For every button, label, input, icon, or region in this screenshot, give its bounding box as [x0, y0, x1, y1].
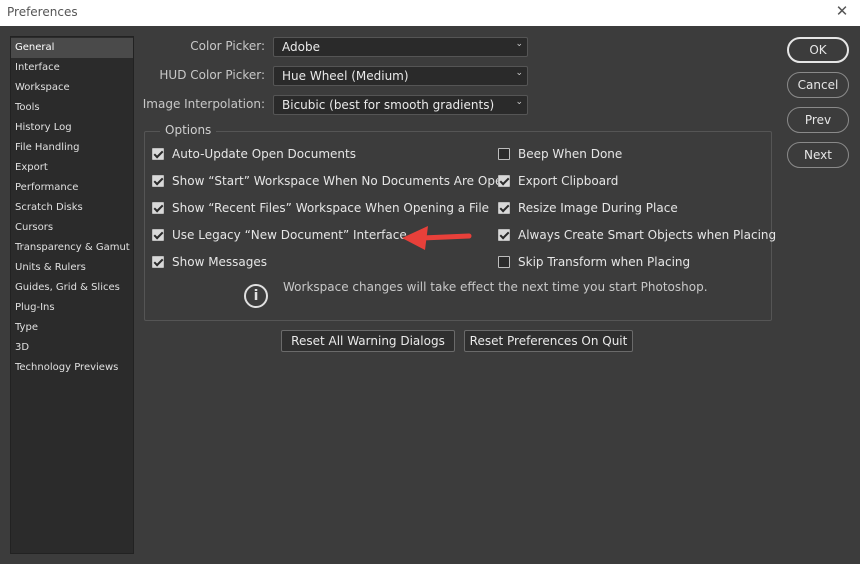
hud-color-picker-label: HUD Color Picker: [159, 68, 265, 82]
checkbox-checked[interactable] [152, 202, 164, 214]
reset-warning-dialogs-button[interactable]: Reset All Warning Dialogs [281, 330, 455, 352]
cancel-button[interactable]: Cancel [787, 72, 849, 98]
sidebar-item-scratch-disks[interactable]: Scratch Disks [11, 198, 133, 218]
option-label: Show Messages [172, 255, 268, 269]
sidebar-item-units-rulers[interactable]: Units & Rulers [11, 258, 133, 278]
sidebar-item-performance[interactable]: Performance [11, 178, 133, 198]
option-label: Export Clipboard [518, 174, 619, 188]
checkbox-unchecked[interactable] [498, 256, 510, 268]
chevron-down-icon: ⌄ [515, 39, 523, 49]
option-label: Skip Transform when Placing [518, 255, 691, 269]
checkbox-checked[interactable] [152, 175, 164, 187]
checkbox-checked[interactable] [498, 229, 510, 241]
checkbox-checked[interactable] [152, 256, 164, 268]
color-picker-label: Color Picker: [190, 39, 265, 53]
option-label: Use Legacy “New Document” Interface [172, 228, 407, 242]
title-bar: Preferences ✕ [0, 0, 860, 26]
preferences-sidebar: General Interface Workspace Tools History Lo… [10, 36, 134, 554]
checkbox-checked[interactable] [498, 175, 510, 187]
color-picker-value: Adobe [282, 40, 320, 54]
option-label: Show “Recent Files” Workspace When Openi… [172, 201, 490, 215]
option-label: Show “Start” Workspace When No Documents… [172, 174, 510, 188]
sidebar-item-plug-ins[interactable]: Plug-Ins [11, 298, 133, 318]
prev-button[interactable]: Prev [787, 107, 849, 133]
checkbox-checked[interactable] [152, 229, 164, 241]
sidebar-item-cursors[interactable]: Cursors [11, 218, 133, 238]
chevron-down-icon: ⌄ [515, 68, 523, 78]
options-title: Options [160, 123, 217, 137]
sidebar-item-guides-grid-slices[interactable]: Guides, Grid & Slices [11, 278, 133, 298]
sidebar-item-history-log[interactable]: History Log [11, 118, 133, 138]
close-icon[interactable]: ✕ [833, 2, 851, 22]
option-label: Beep When Done [518, 147, 623, 161]
sidebar-item-3d[interactable]: 3D [11, 338, 133, 358]
info-text: Workspace changes will take effect the n… [283, 280, 708, 294]
color-picker-select[interactable]: Adobe ⌄ [273, 37, 528, 57]
image-interpolation-value: Bicubic (best for smooth gradients) [282, 98, 495, 112]
sidebar-item-transparency-gamut[interactable]: Transparency & Gamut [11, 238, 133, 258]
checkbox-checked[interactable] [498, 202, 510, 214]
next-button[interactable]: Next [787, 142, 849, 168]
chevron-down-icon: ⌄ [515, 97, 523, 107]
reset-preferences-on-quit-button[interactable]: Reset Preferences On Quit [464, 330, 633, 352]
ok-button[interactable]: OK [787, 37, 849, 63]
sidebar-item-export[interactable]: Export [11, 158, 133, 178]
sidebar-item-file-handling[interactable]: File Handling [11, 138, 133, 158]
hud-color-picker-value: Hue Wheel (Medium) [282, 69, 409, 83]
sidebar-item-type[interactable]: Type [11, 318, 133, 338]
option-label: Auto-Update Open Documents [172, 147, 356, 161]
info-icon: i [244, 284, 268, 308]
image-interpolation-select[interactable]: Bicubic (best for smooth gradients) ⌄ [273, 95, 528, 115]
checkbox-checked[interactable] [152, 148, 164, 160]
sidebar-item-technology-previews[interactable]: Technology Previews [11, 358, 133, 378]
window-title: Preferences [7, 5, 78, 19]
annotation-arrow [402, 226, 472, 250]
option-label: Always Create Smart Objects when Placing [518, 228, 777, 242]
option-label: Resize Image During Place [518, 201, 678, 215]
checkbox-unchecked[interactable] [498, 148, 510, 160]
hud-color-picker-select[interactable]: Hue Wheel (Medium) ⌄ [273, 66, 528, 86]
image-interpolation-label: Image Interpolation: [142, 97, 265, 111]
